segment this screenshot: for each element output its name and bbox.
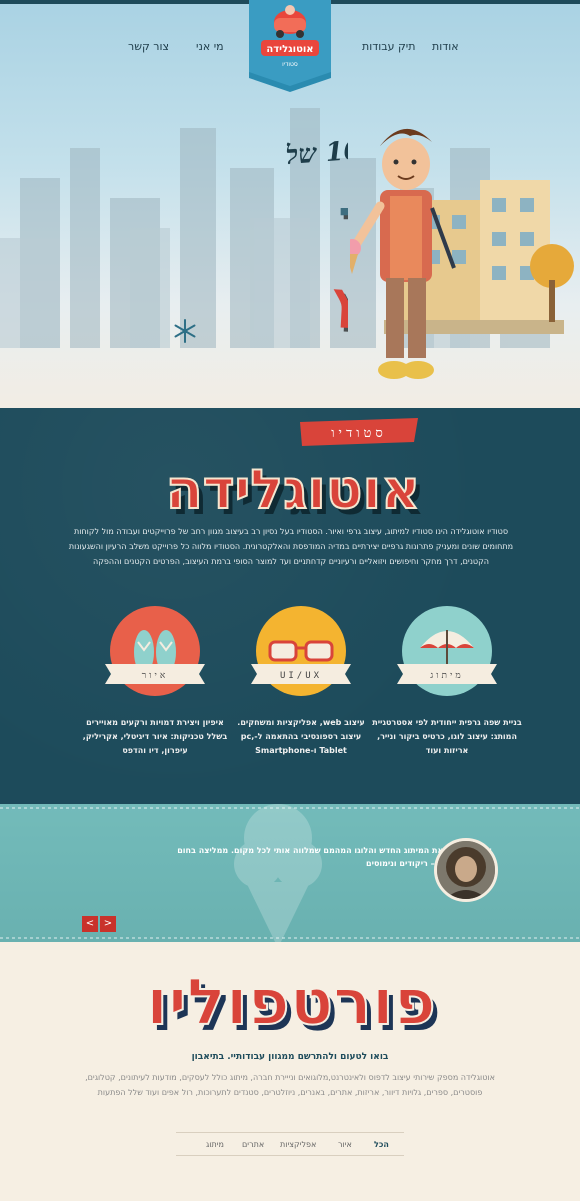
nav-item-about[interactable]: אודות [432, 40, 459, 53]
service-branding-label: מיתוג [430, 671, 463, 681]
logo-subtext: סטודיו [282, 61, 298, 68]
studio-section: סטודיו אוטוגלידה אוטוגלידה סטודיו אוטוגל… [0, 408, 580, 804]
service-uiux-ribbon: UI/UX [251, 664, 351, 684]
filter-apps[interactable]: אפליקציות [280, 1140, 316, 1149]
studio-name-text: אוטוגלידה [166, 458, 421, 521]
studio-tag-text: סטודיו [331, 426, 387, 441]
nav-item-contact[interactable]: צור קשר [128, 40, 169, 53]
portfolio-section: פורטפוליו פורטפוליו בואו לטעום ולהתרשם מ… [0, 942, 580, 1201]
site-logo[interactable]: אוטוגלידה סטודיו [249, 0, 331, 92]
hero-line-small: 100% של [285, 138, 348, 171]
person-photo-icon [437, 841, 495, 899]
hero-section: אודות תיק עבודות מי אני צור קשר אוטוגליד… [0, 0, 580, 408]
portfolio-title-text: פורטפוליו [146, 966, 436, 1040]
hero-line-main: עיצוב ואיור [338, 184, 348, 257]
hero-headline: 100% של עיצוב ואיור עיצוב ואיור תוצרת הא… [285, 138, 348, 346]
service-illustration-label: איור [142, 671, 168, 681]
service-uiux-text: עיצוב web, אפליקציות ומשחקים. עיצוב רספו… [237, 718, 365, 755]
service-illustration-text: איפיון ויצירת דמויות ורקעים מאויירים בשל… [82, 718, 228, 755]
filter-websites[interactable]: אתרים [242, 1140, 264, 1149]
nav-item-about-me[interactable]: מי אני [196, 40, 224, 53]
portfolio-description: אוטוגלידה מספק שירותי עיצוב לדפוס ולאינט… [85, 1073, 495, 1097]
carousel-prev-button[interactable]: < [100, 916, 116, 932]
testimonial-bottom-stitch [0, 937, 580, 939]
portfolio-lead: בואו לטעום ולהתרשם ממגוון עבודותיי. בתיא… [191, 1052, 389, 1062]
testimonial-avatar [434, 838, 498, 902]
boy-character-illustration [350, 128, 456, 379]
portfolio-filter-bar: הכל איור אפליקציות אתרים מיתוג [176, 1132, 404, 1156]
service-uiux-label: UI/UX [280, 671, 322, 681]
testimonial-section: אהבתי מאוד את המיתוג החדש והלוגו המהמם ש… [0, 804, 580, 948]
carousel-next-button[interactable]: > [82, 916, 98, 932]
studio-description: סטודיו אוטוגלידה הינו סטודיו למיתוג, עיצ… [68, 527, 514, 566]
service-illustration-ribbon: איור [105, 664, 205, 684]
portfolio-title-logo: פורטפוליו פורטפוליו [145, 965, 441, 1040]
snowflake-icon [174, 319, 196, 343]
testimonial-quote-text: אהבתי מאוד את המיתוג החדש והלוגו המהמם ש… [177, 846, 492, 855]
ice-cream-watermark-icon [234, 804, 322, 948]
service-branding-ribbon: מיתוג [397, 664, 497, 684]
logo-text: אוטוגלידה [266, 44, 313, 55]
nav-item-portfolio[interactable]: תיק עבודות [362, 40, 415, 53]
studio-tag-banner: סטודיו [300, 418, 418, 446]
service-branding-text: בניית שפה גרפית ייחודית לפי אסטרטגיית המ… [372, 718, 522, 755]
filter-branding[interactable]: מיתוג [206, 1140, 224, 1149]
studio-name-logo: אוטוגלידה אוטוגלידה [165, 457, 426, 524]
filter-all[interactable]: הכל [374, 1140, 389, 1149]
filter-illustration[interactable]: איור [338, 1140, 352, 1149]
